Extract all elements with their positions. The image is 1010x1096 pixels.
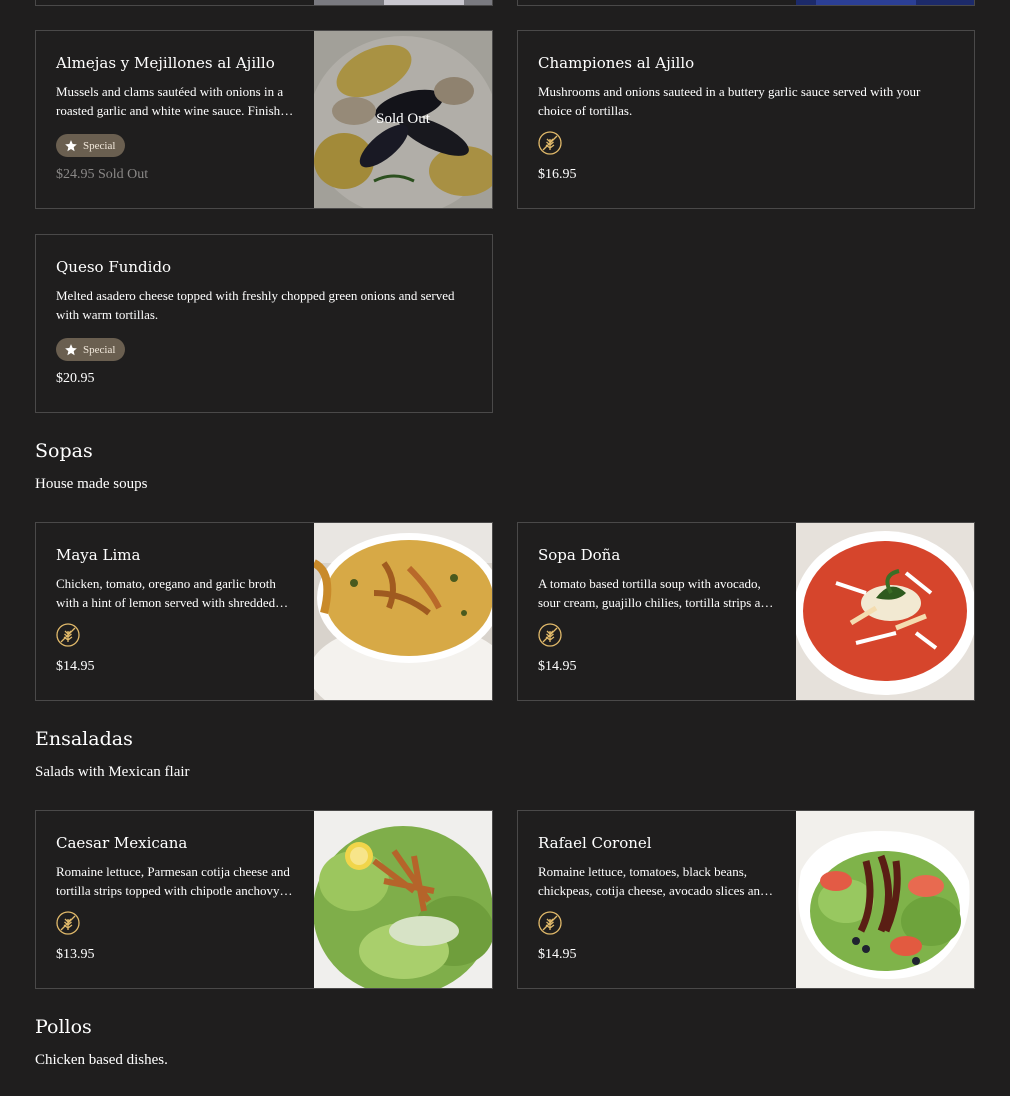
item-description: Mushrooms and onions sauteed in a butter… [538, 84, 921, 118]
item-name: Almejas y Mejillones al Ajillo [56, 54, 275, 72]
item-info: Championes al Ajillo Mushrooms and onion… [538, 53, 948, 120]
caesar-salad-photo [314, 811, 492, 988]
item-description: Melted asadero cheese topped with freshl… [56, 288, 455, 322]
menu-item-caesar-mexicana[interactable]: Caesar Mexicana Romaine lettuce, Parmesa… [35, 810, 493, 989]
item-photo: Sold Out [314, 31, 492, 208]
section-subtitle-sopas: House made soups [35, 476, 148, 492]
badge-label: Special [83, 343, 116, 356]
section-subtitle-ensaladas: Salads with Mexican flair [35, 764, 190, 780]
section-title-pollos: Pollos [35, 1016, 92, 1038]
menu-item-rafael-coronel[interactable]: Rafael Coronel Romaine lettuce, tomatoes… [517, 810, 975, 989]
item-description: A tomato based tortilla soup with avocad… [538, 576, 774, 610]
item-photo [314, 523, 492, 700]
menu-item-sopa-dona[interactable]: Sopa Doña A tomato based tortilla soup w… [517, 522, 975, 701]
soup-photo [314, 523, 492, 700]
item-description: Mussels and clams sautéed with onions in… [56, 84, 293, 118]
item-description: Romaine lettuce, tomatoes, black beans, … [538, 864, 767, 898]
item-price: $14.95 [56, 659, 95, 674]
special-badge: Special [56, 338, 126, 361]
star-icon [65, 139, 77, 151]
item-name: Caesar Mexicana [56, 834, 188, 852]
star-icon [65, 343, 77, 355]
item-info: Caesar Mexicana Romaine lettuce, Parmesa… [56, 833, 294, 900]
item-price: $14.95 [538, 659, 577, 674]
item-name: Championes al Ajillo [538, 54, 695, 72]
rafael-salad-photo [796, 811, 974, 988]
section-title-sopas: Sopas [35, 440, 93, 462]
wheat-icon [538, 911, 562, 935]
section-title-ensaladas: Ensaladas [35, 728, 133, 750]
menu-page: Almejas y Mejillones al Ajillo Mussels a… [0, 0, 1010, 1096]
item-price: $16.95 [538, 167, 577, 182]
item-info: Sopa Doña A tomato based tortilla soup w… [538, 545, 776, 612]
item-description: Chicken, tomato, oregano and garlic brot… [56, 576, 276, 610]
item-name: Rafael Coronel [538, 834, 652, 852]
item-name: Queso Fundido [56, 258, 172, 276]
item-photo [796, 811, 974, 988]
item-name: Sopa Doña [538, 546, 621, 564]
sold-out-overlay: Sold Out [314, 31, 492, 208]
item-photo [314, 811, 492, 988]
special-badge: Special [56, 134, 126, 157]
item-description: Romaine lettuce, Parmesan cotija cheese … [56, 864, 290, 898]
item-info: Rafael Coronel Romaine lettuce, tomatoes… [538, 833, 776, 900]
item-price: $20.95 [56, 371, 95, 386]
menu-item-card-partial[interactable] [35, 0, 493, 6]
badge-label: Special [83, 139, 116, 152]
wheat-icon [56, 623, 80, 647]
item-name: Maya Lima [56, 546, 141, 564]
menu-item-maya-lima[interactable]: Maya Lima Chicken, tomato, oregano and g… [35, 522, 493, 701]
food-photo [314, 0, 492, 5]
menu-item-championes[interactable]: Championes al Ajillo Mushrooms and onion… [517, 30, 975, 209]
menu-item-card-partial[interactable] [517, 0, 975, 6]
item-price: $13.95 [56, 947, 95, 962]
item-info: Almejas y Mejillones al Ajillo Mussels a… [56, 53, 294, 120]
wheat-icon [538, 623, 562, 647]
menu-item-almejas[interactable]: Almejas y Mejillones al Ajillo Mussels a… [35, 30, 493, 209]
item-info: Queso Fundido Melted asadero cheese topp… [56, 257, 466, 324]
wheat-icon [538, 131, 562, 155]
item-price: $24.95 Sold Out [56, 167, 149, 182]
wheat-icon [56, 911, 80, 935]
item-info: Maya Lima Chicken, tomato, oregano and g… [56, 545, 294, 612]
food-photo [796, 0, 974, 5]
section-subtitle-pollos: Chicken based dishes. [35, 1052, 168, 1068]
item-price: $14.95 [538, 947, 577, 962]
item-photo [796, 523, 974, 700]
menu-item-queso-fundido[interactable]: Queso Fundido Melted asadero cheese topp… [35, 234, 493, 413]
tortilla-soup-photo [796, 523, 974, 700]
